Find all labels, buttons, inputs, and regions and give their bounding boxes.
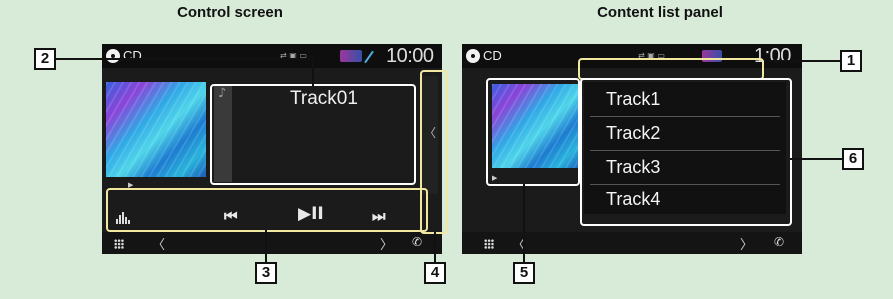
home-grid-icon[interactable] <box>114 239 124 249</box>
callout-4: 4 <box>424 262 446 284</box>
callout-2-line <box>56 58 314 60</box>
control-buttons-highlight <box>106 188 428 232</box>
callout-3: 3 <box>255 262 277 284</box>
content-list-panel-title: Content list panel <box>597 4 723 21</box>
chevron-right-icon[interactable]: 〉 <box>740 234 753 253</box>
clock: 10:00 <box>386 45 434 67</box>
phone-icon[interactable]: ✆ <box>774 235 784 249</box>
callout-1-line <box>764 60 840 62</box>
callout-4-line <box>434 232 436 262</box>
control-screen-title: Control screen <box>177 4 283 21</box>
callout-3-line <box>265 230 267 262</box>
album-art-highlight <box>486 78 580 186</box>
side-panel-highlight <box>420 70 448 234</box>
status-slash-icon <box>364 50 374 64</box>
cd-source-icon[interactable] <box>106 49 120 63</box>
control-bottom-bar: 〈 〉 ✆ <box>102 232 442 254</box>
source-label: CD <box>123 48 142 63</box>
chevron-right-icon[interactable]: 〉 <box>380 234 393 253</box>
content-list-highlight <box>580 78 792 226</box>
album-art[interactable] <box>106 82 206 177</box>
callout-6: 6 <box>842 148 864 170</box>
cd-source-icon[interactable] <box>466 49 480 63</box>
home-grid-icon[interactable] <box>484 239 494 249</box>
content-bottom-bar: 〈 〉 ✆ <box>462 232 802 254</box>
signal-icon <box>340 50 362 62</box>
status-area-highlight <box>578 58 764 80</box>
chevron-left-icon[interactable]: 〈 <box>152 234 165 253</box>
phone-icon[interactable]: ✆ <box>412 235 422 249</box>
callout-2: 2 <box>34 48 56 70</box>
track-info-highlight <box>210 84 416 185</box>
callout-1: 1 <box>840 50 862 72</box>
callout-5: 5 <box>513 262 535 284</box>
control-top-bar: CD ⇄ ▣ ▭ 10:00 <box>102 44 442 68</box>
callout-6-line <box>790 158 842 160</box>
source-label: CD <box>483 48 502 63</box>
callout-5-line <box>523 184 525 262</box>
callout-2-line-v <box>312 58 314 86</box>
